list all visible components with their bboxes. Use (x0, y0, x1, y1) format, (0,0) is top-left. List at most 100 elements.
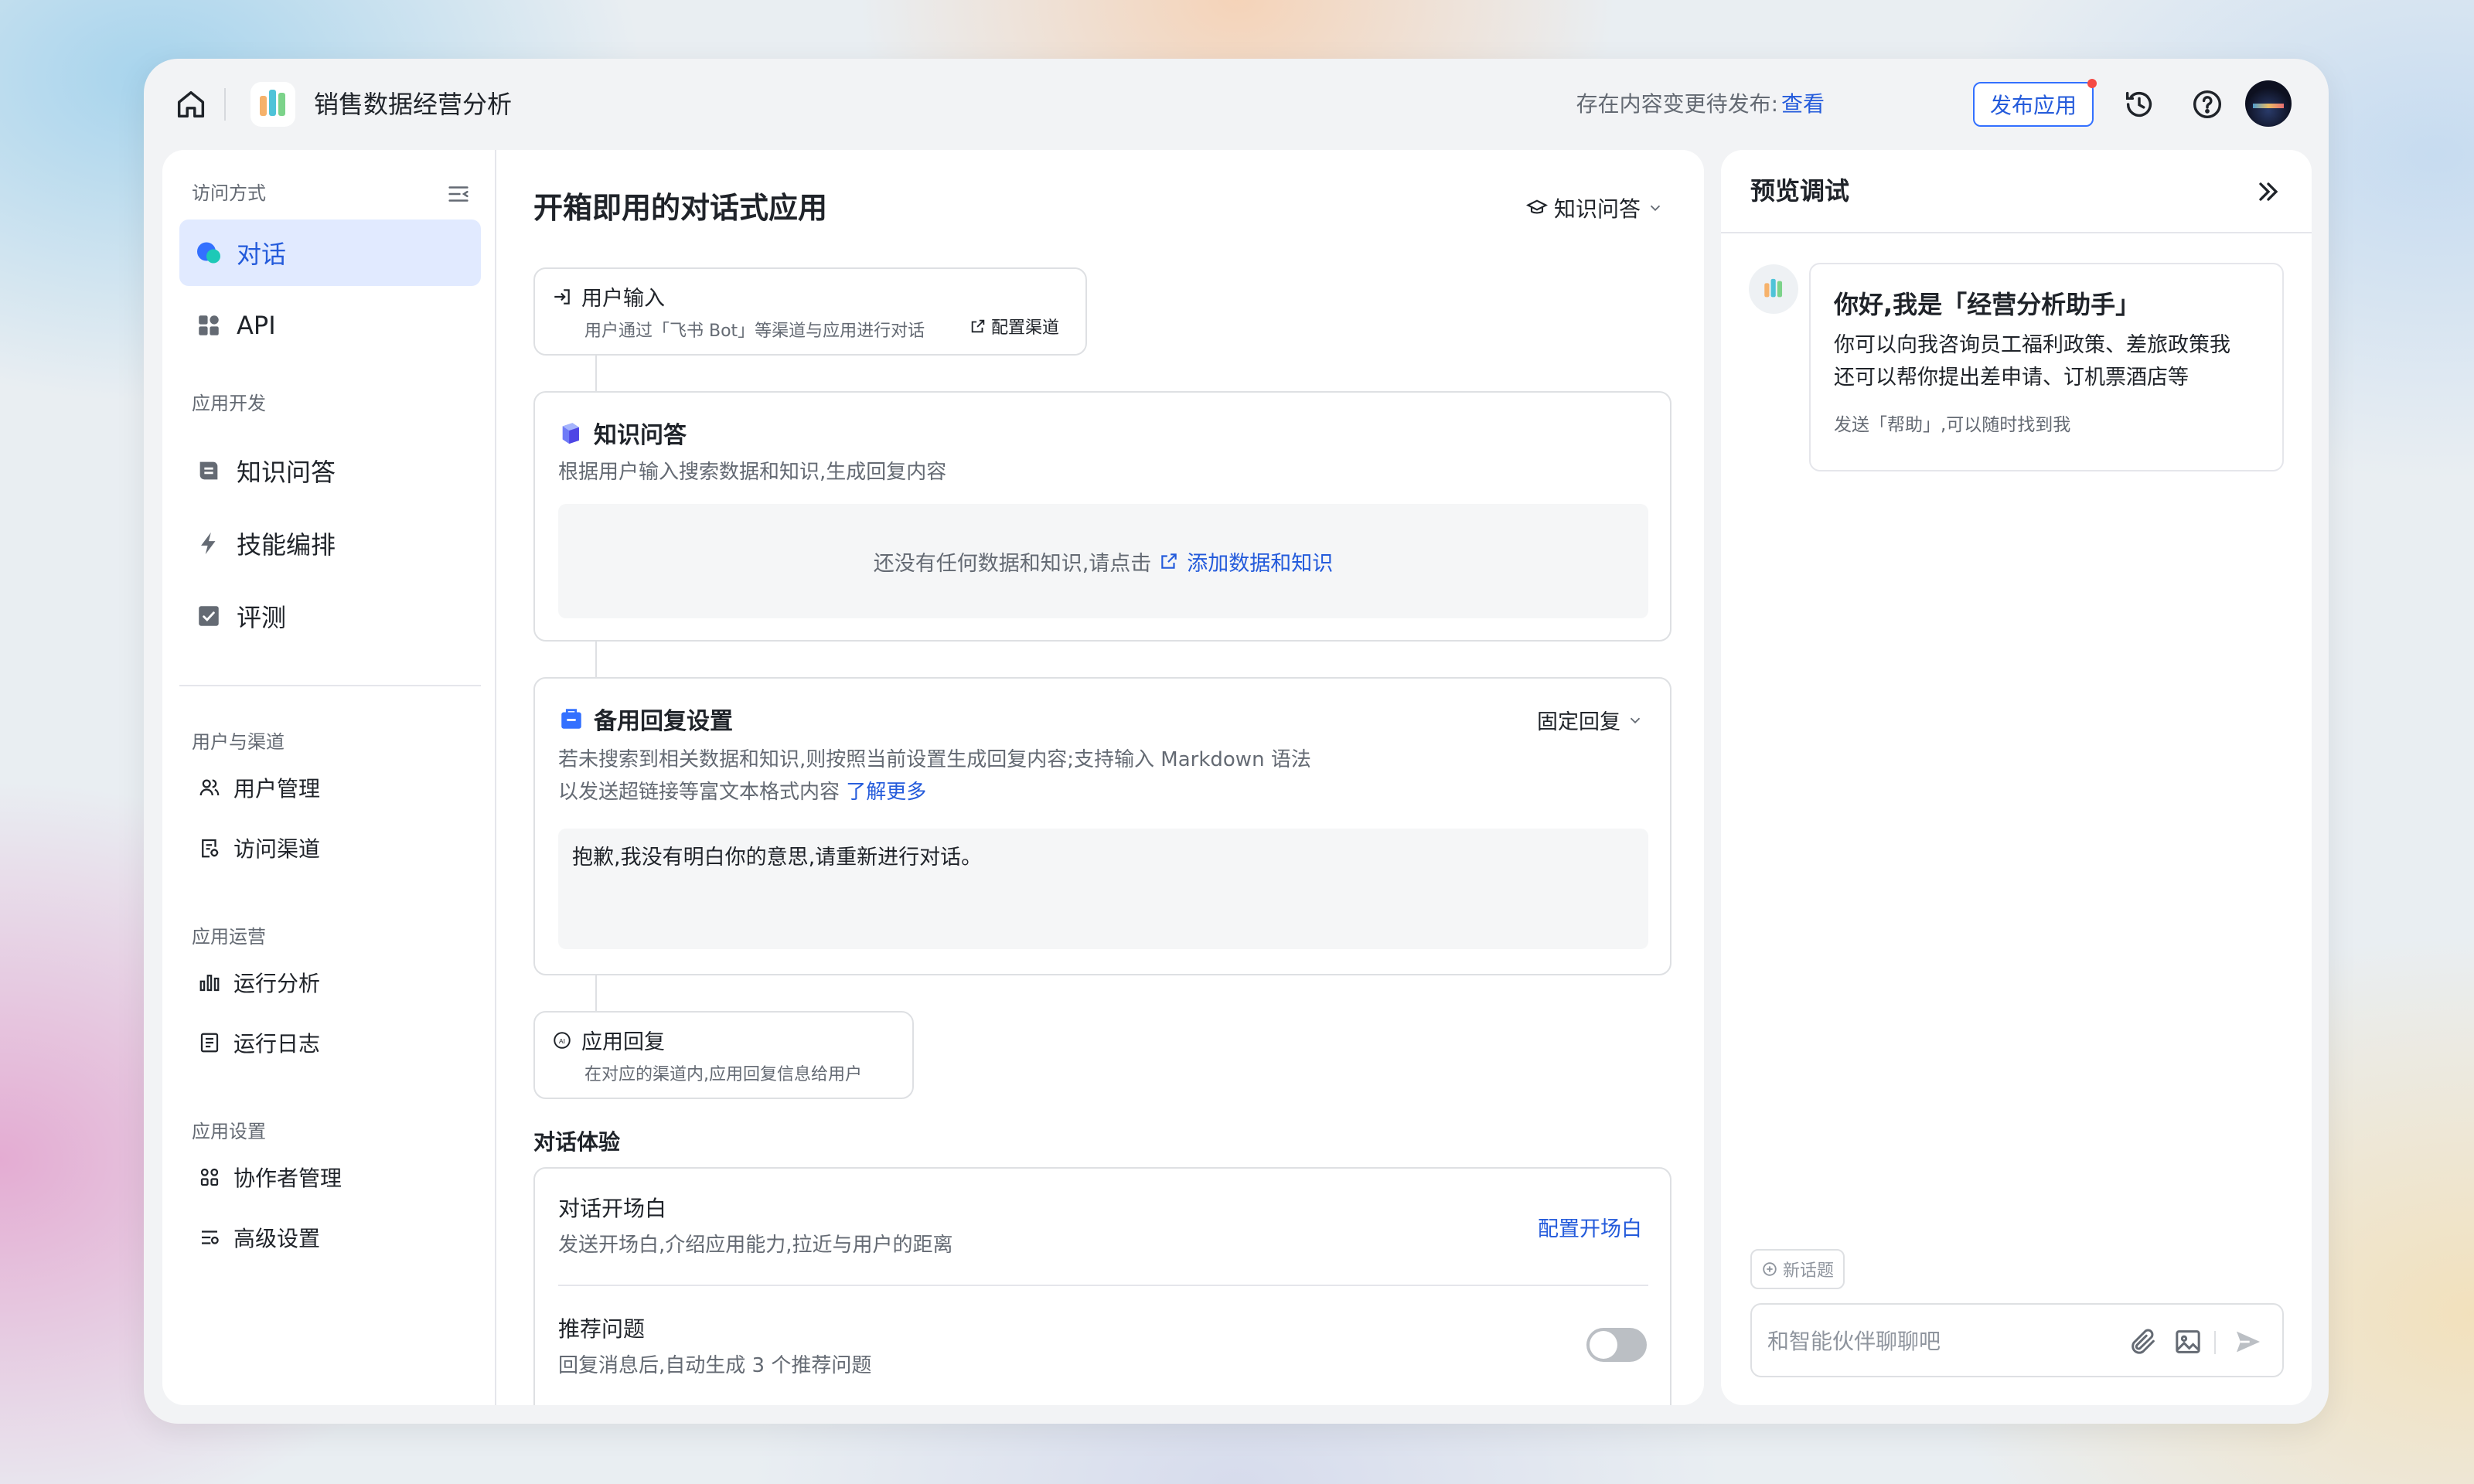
history-icon[interactable] (2121, 87, 2157, 122)
user-input-node[interactable]: 用户输入 用户通过「飞书 Bot」等渠道与应用进行对话 配置渠道 (533, 267, 1087, 356)
svg-text:AI: AI (559, 1036, 565, 1044)
user-input-desc: 用户通过「飞书 Bot」等渠道与应用进行对话 (584, 322, 925, 341)
bot-avatar (1749, 264, 1798, 314)
log-icon (198, 1031, 221, 1054)
notification-dot (2087, 79, 2097, 88)
grid-icon (195, 311, 223, 339)
help-icon[interactable] (2189, 87, 2225, 122)
settings-icon (198, 1226, 221, 1249)
new-topic-button[interactable]: 新话题 (1750, 1249, 1845, 1289)
channel-icon (198, 836, 221, 859)
experience-section-title: 对话体验 (533, 1129, 621, 1155)
fallback-mode-label: 固定回复 (1537, 710, 1620, 734)
briefcase-icon (561, 709, 581, 729)
sidebar-section-dev: 应用开发 (192, 393, 266, 414)
sidebar-item-label: 技能编排 (237, 530, 336, 560)
sidebar-item-knowledge[interactable]: 知识问答 (179, 437, 481, 504)
greeting-message: 你好,我是「经营分析助手」 你可以向我咨询员工福利政策、差旅政策我 还可以帮你提… (1809, 263, 2284, 471)
configure-opening-link[interactable]: 配置开场白 (1538, 1212, 1642, 1242)
user-input-title: 用户输入 (581, 287, 665, 311)
sidebar-item-chat[interactable]: 对话 (179, 220, 481, 286)
collapse-sidebar-icon[interactable] (445, 181, 472, 207)
app-reply-desc: 在对应的渠道内,应用回复信息给用户 (584, 1065, 862, 1084)
flow-connector (595, 975, 597, 1013)
greeting-title: 你好,我是「经营分析助手」 (1834, 290, 2141, 319)
view-changes-link[interactable]: 查看 (1781, 85, 1944, 124)
configure-channel-label: 配置渠道 (991, 318, 1060, 338)
knowledge-empty-state: 还没有任何数据和知识,请点击 添加数据和知识 (558, 504, 1648, 618)
sidebar-item-user-management[interactable]: 用户管理 (179, 762, 481, 813)
double-chevron-right-icon[interactable] (2253, 176, 2284, 207)
sidebar-item-run-analysis[interactable]: 运行分析 (179, 957, 481, 1008)
suggest-toggle[interactable] (1586, 1328, 1647, 1362)
sidebar-section-users: 用户与渠道 (192, 731, 285, 753)
app-reply-node[interactable]: AI 应用回复 在对应的渠道内,应用回复信息给用户 (533, 1011, 914, 1099)
preview-header: 预览调试 (1721, 150, 2312, 233)
app-title: 销售数据经营分析 (314, 90, 513, 119)
sidebar: 访问方式 对话 API 应用开发 知识问答 技能编排 评测 用户与渠道 用户管理… (162, 150, 496, 1405)
fallback-desc-line2: 以发送超链接等富文本格式内容 (558, 781, 840, 804)
user-avatar[interactable] (2245, 80, 2292, 127)
knowledge-qa-node: 知识问答 根据用户输入搜索数据和知识,生成回复内容 还没有任何数据和知识,请点击… (533, 391, 1671, 642)
knowledge-title: 知识问答 (594, 422, 687, 449)
suggest-title: 推荐问题 (558, 1316, 646, 1342)
learn-more-link[interactable]: 了解更多 (846, 781, 926, 804)
sidebar-item-skills[interactable]: 技能编排 (179, 510, 481, 577)
top-bar-divider (224, 88, 226, 121)
ai-reply-icon: AI (554, 1031, 571, 1049)
sidebar-item-api[interactable]: API (179, 292, 481, 359)
fallback-reply-node: 备用回复设置 固定回复 若未搜索到相关数据和知识,则按照当前设置生成回复内容;支… (533, 677, 1671, 975)
opening-title: 对话开场白 (558, 1196, 667, 1221)
preview-panel: 预览调试 你好,我是「经营分析助手」 你可以向我咨询员工福利政策、差旅政策我 还… (1721, 150, 2312, 1405)
sidebar-item-label: 高级设置 (233, 1226, 321, 1251)
sidebar-item-label: 访问渠道 (233, 836, 321, 862)
chevron-down-icon (1650, 205, 1661, 212)
image-icon[interactable] (2172, 1326, 2203, 1357)
flow-connector (595, 642, 597, 679)
external-link-icon (1161, 553, 1177, 569)
publish-app-button-label: 发布应用 (1989, 93, 2077, 118)
knowledge-empty-text: 还没有任何数据和知识,请点击 (873, 551, 1152, 576)
sidebar-item-access-channels[interactable]: 访问渠道 (179, 822, 481, 873)
users-icon (198, 776, 221, 799)
input-icon (554, 288, 570, 305)
book-icon (195, 457, 223, 485)
opening-desc: 发送开场白,介绍应用能力,拉近与用户的距离 (558, 1234, 953, 1257)
preview-title: 预览调试 (1750, 176, 1850, 206)
new-topic-label: 新话题 (1783, 1261, 1835, 1281)
sidebar-item-label: 用户管理 (233, 776, 321, 802)
flow-connector (595, 356, 597, 393)
mode-selector[interactable]: 知识问答 (1525, 190, 1664, 226)
sidebar-item-label: 协作者管理 (233, 1166, 342, 1191)
sidebar-item-evaluation[interactable]: 评测 (179, 583, 481, 649)
add-data-knowledge-link[interactable]: 添加数据和知识 (1187, 546, 1333, 577)
send-icon[interactable] (2233, 1326, 2264, 1357)
knowledge-cube-icon (562, 423, 579, 444)
knowledge-desc: 根据用户输入搜索数据和知识,生成回复内容 (558, 461, 947, 484)
configure-channel-link[interactable]: 配置渠道 (969, 314, 1059, 339)
fallback-title: 备用回复设置 (594, 708, 733, 735)
app-logo-icon (250, 82, 295, 127)
sidebar-item-run-logs[interactable]: 运行日志 (179, 1017, 481, 1068)
sidebar-item-advanced-settings[interactable]: 高级设置 (179, 1212, 481, 1263)
sidebar-item-label: 运行分析 (233, 971, 321, 996)
chat-input[interactable] (1767, 1322, 2108, 1360)
app-reply-title: 应用回复 (581, 1030, 665, 1054)
home-icon[interactable] (173, 87, 209, 122)
fallback-mode-selector[interactable]: 固定回复 (1537, 705, 1644, 735)
sidebar-section-settings: 应用设置 (192, 1121, 266, 1142)
top-bar: 销售数据经营分析 存在内容变更待发布: 查看 发布应用 (144, 59, 2329, 150)
sidebar-item-label: 知识问答 (237, 458, 336, 487)
paperclip-icon[interactable] (2128, 1326, 2159, 1357)
pending-changes-text: 存在内容变更待发布: (1576, 91, 1778, 117)
page-title: 开箱即用的对话式应用 (533, 191, 828, 225)
sidebar-divider (179, 685, 481, 686)
new-topic-icon (1763, 1262, 1777, 1276)
greeting-hint: 发送「帮助」,可以随时找到我 (1834, 415, 2071, 435)
graduation-cap-icon (1525, 199, 1548, 214)
publish-app-button[interactable]: 发布应用 (1973, 79, 2097, 127)
fallback-content-editor[interactable]: 抱歉,我没有明白你的意思,请重新进行对话。 (558, 829, 1648, 949)
sidebar-item-collaborators[interactable]: 协作者管理 (179, 1152, 481, 1203)
mode-selector-label: 知识问答 (1553, 196, 1641, 222)
lightning-icon (195, 529, 223, 557)
